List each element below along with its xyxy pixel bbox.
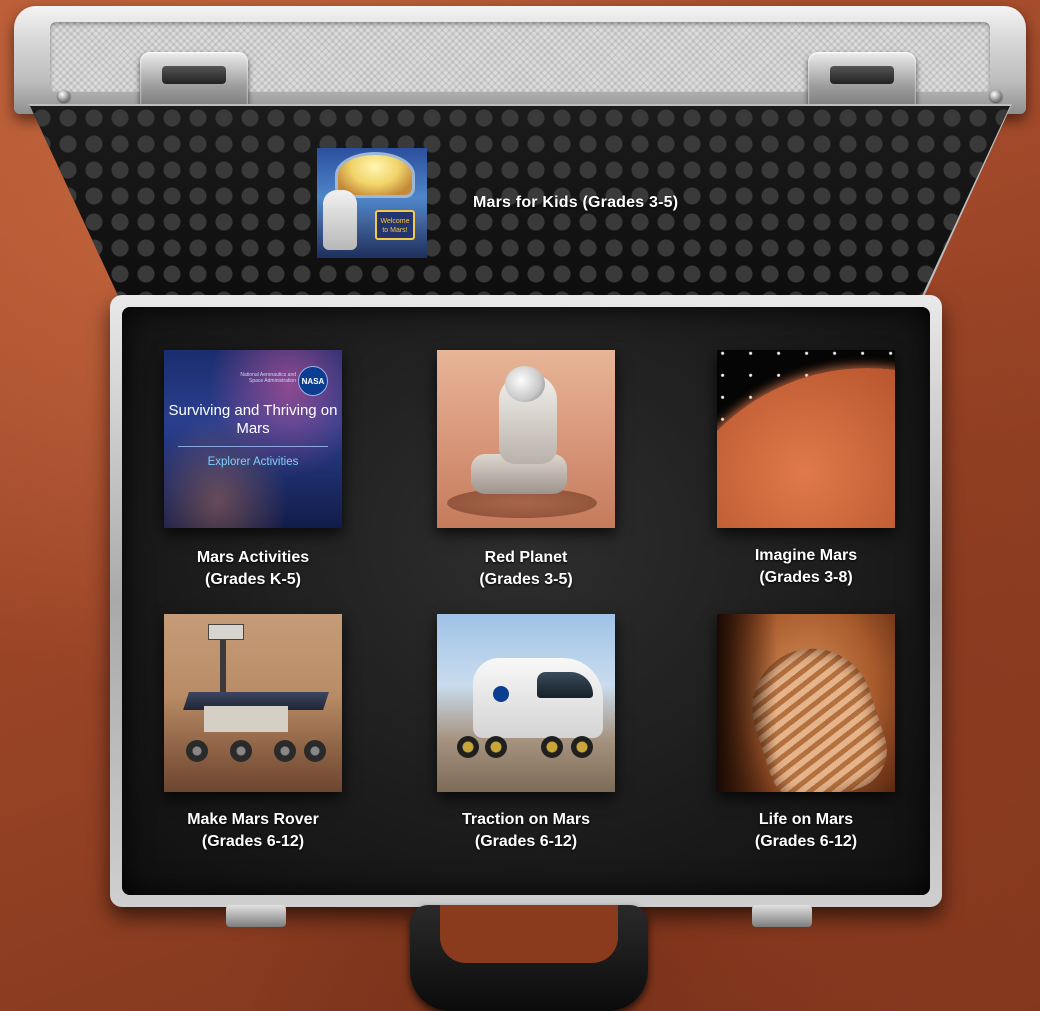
helmet-icon — [505, 366, 545, 402]
mars-planet-icon — [717, 368, 895, 528]
wheel-icon — [571, 736, 593, 758]
mars-activities-thumbnail[interactable]: National Aeronautics and Space Administr… — [164, 350, 342, 528]
activity-label[interactable]: Mars Activities (Grades K-5) — [164, 547, 342, 591]
red-planet-thumbnail[interactable] — [437, 350, 615, 528]
hinge-icon — [226, 905, 286, 927]
activity-card-imagine-mars[interactable]: Imagine Mars (Grades 3-8) — [717, 350, 895, 589]
wheel-icon — [485, 736, 507, 758]
make-mars-rover-thumbnail[interactable] — [164, 614, 342, 792]
activity-card-mars-activities[interactable]: National Aeronautics and Space Administr… — [164, 350, 342, 591]
activity-card-traction-on-mars[interactable]: Traction on Mars (Grades 6-12) — [437, 614, 615, 853]
activity-card-red-planet[interactable]: Red Planet (Grades 3-5) — [437, 350, 615, 591]
imagine-mars-thumbnail[interactable] — [717, 350, 895, 528]
activity-card-life-on-mars[interactable]: Life on Mars (Grades 6-12) — [717, 614, 895, 853]
wheel-icon — [230, 740, 252, 762]
mars-for-kids-thumbnail[interactable]: Welcome to Mars! — [317, 148, 427, 258]
pressurized-rover-icon — [473, 658, 603, 738]
welcome-sign: Welcome to Mars! — [375, 210, 415, 240]
life-on-mars-thumbnail[interactable] — [717, 614, 895, 792]
rivet-icon — [990, 90, 1002, 102]
left-latch-icon — [140, 52, 248, 108]
mars-for-kids-link[interactable]: Welcome to Mars! Mars for Kids (Grades 3… — [317, 148, 678, 258]
activity-label[interactable]: Imagine Mars (Grades 3-8) — [717, 545, 895, 589]
poster-subheading: Explorer Activities — [207, 456, 299, 468]
poster-heading: Surviving and Thriving on Mars — [168, 402, 338, 437]
hinge-icon — [752, 905, 812, 927]
activity-label[interactable]: Make Mars Rover (Grades 6-12) — [164, 809, 342, 853]
wheel-icon — [541, 736, 563, 758]
wheel-icon — [274, 740, 296, 762]
traction-on-mars-thumbnail[interactable] — [437, 614, 615, 792]
astronaut-icon — [323, 190, 357, 250]
right-latch-icon — [808, 52, 916, 108]
nasa-logo-icon — [493, 686, 509, 702]
nasa-logo-icon: NASA — [298, 366, 328, 396]
mars-for-kids-label[interactable]: Mars for Kids (Grades 3-5) — [473, 194, 678, 212]
rover-body — [204, 706, 288, 732]
wheel-icon — [186, 740, 208, 762]
activity-label[interactable]: Red Planet (Grades 3-5) — [437, 547, 615, 591]
rivet-icon — [58, 90, 70, 102]
activity-label[interactable]: Life on Mars (Grades 6-12) — [717, 809, 895, 853]
briefcase-handle — [410, 905, 648, 1011]
activity-label[interactable]: Traction on Mars (Grades 6-12) — [437, 809, 615, 853]
wheel-icon — [457, 736, 479, 758]
rover-camera-icon — [208, 624, 244, 640]
activity-card-make-mars-rover[interactable]: Make Mars Rover (Grades 6-12) — [164, 614, 342, 853]
briefcase-scene: Welcome to Mars! Mars for Kids (Grades 3… — [0, 0, 1040, 1011]
wheel-icon — [304, 740, 326, 762]
